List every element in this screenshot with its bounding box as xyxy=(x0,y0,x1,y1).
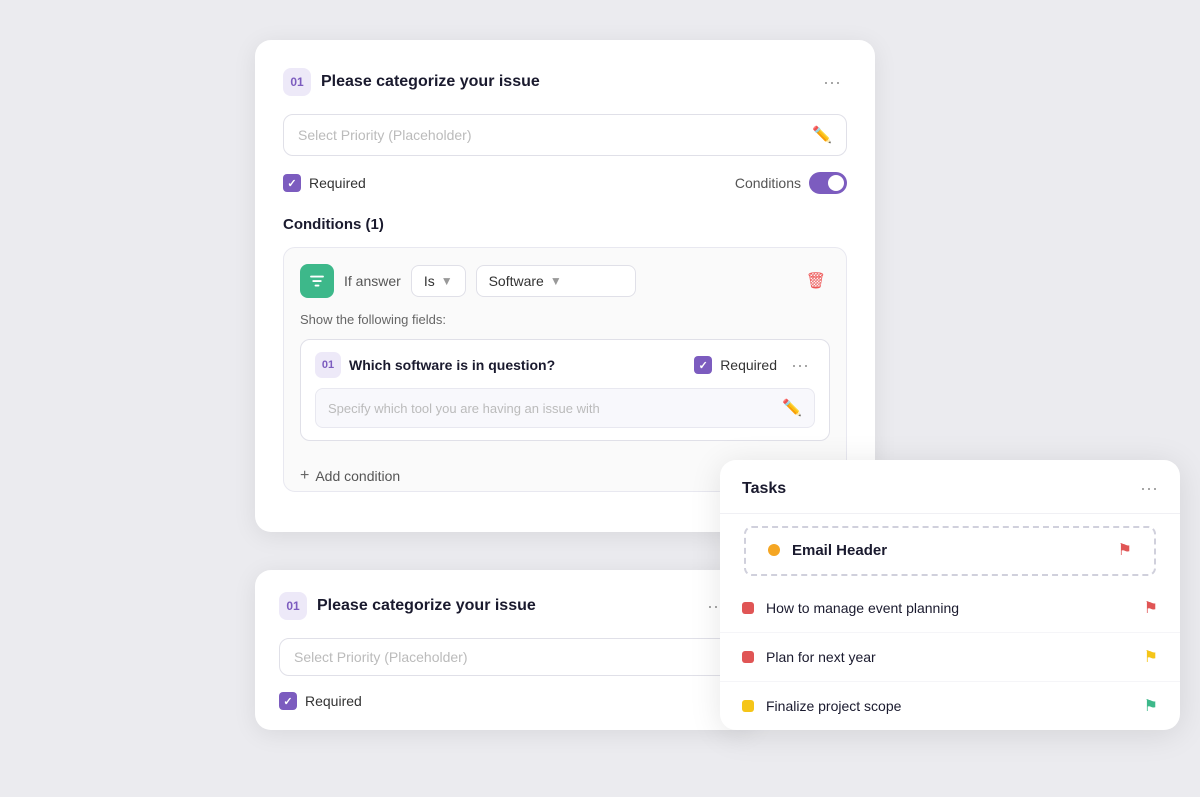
task-item-1[interactable]: Plan for next year ⚑ xyxy=(720,633,1180,682)
filter-icon-box xyxy=(300,264,334,298)
add-condition-label: Add condition xyxy=(315,468,400,484)
plus-icon: + xyxy=(300,467,309,485)
email-header-item[interactable]: Email Header ⚑ xyxy=(744,526,1156,576)
sub-required-label: Required xyxy=(720,357,777,373)
email-left: Email Header xyxy=(768,542,887,559)
task-flag-1: ⚑ xyxy=(1144,647,1158,667)
conditions-toggle[interactable] xyxy=(809,172,847,194)
required-checkbox[interactable] xyxy=(283,174,301,192)
conditions-section-title: Conditions (1) xyxy=(283,216,847,233)
form-card-2: 01 Please categorize your issue ··· Sele… xyxy=(255,570,755,730)
tasks-header: Tasks ··· xyxy=(720,460,1180,514)
required-label: Required xyxy=(309,175,366,191)
is-dropdown-arrow: ▼ xyxy=(441,274,453,288)
tasks-title: Tasks xyxy=(742,480,786,498)
card2-priority-input[interactable]: Select Priority (Placeholder) xyxy=(279,638,731,676)
software-dropdown-arrow: ▼ xyxy=(550,274,562,288)
delete-condition-button[interactable]: 🗑 xyxy=(802,267,830,295)
sub-field-right: Required ··· xyxy=(694,353,815,378)
tasks-panel: Tasks ··· Email Header ⚑ How to manage e… xyxy=(720,460,1180,730)
conditions-text: Conditions xyxy=(735,175,801,191)
is-dropdown[interactable]: Is ▼ xyxy=(411,265,466,297)
software-dropdown[interactable]: Software ▼ xyxy=(476,265,636,297)
email-header-label: Email Header xyxy=(792,542,887,559)
edit-icon: ✏️ xyxy=(812,125,832,145)
step-badge: 01 xyxy=(283,68,311,96)
card2-required-checkbox[interactable] xyxy=(279,692,297,710)
email-flag-icon: ⚑ xyxy=(1118,540,1132,560)
card2-required-label: Required xyxy=(305,693,362,709)
task-dot-2 xyxy=(742,700,754,712)
tasks-more-button[interactable]: ··· xyxy=(1140,478,1158,499)
card2-header: 01 Please categorize your issue ··· xyxy=(279,592,731,620)
task-flag-0: ⚑ xyxy=(1144,598,1158,618)
required-conditions-row: Required Conditions xyxy=(283,172,847,194)
task-left-0: How to manage event planning xyxy=(742,600,959,616)
conditions-right: Conditions xyxy=(735,172,847,194)
sub-field-left: 01 Which software is in question? xyxy=(315,352,555,378)
sub-field-title: Which software is in question? xyxy=(349,357,555,373)
email-dot xyxy=(768,544,780,556)
if-answer-label: If answer xyxy=(344,273,401,289)
condition-row: If answer Is ▼ Software ▼ 🗑 xyxy=(300,264,830,298)
sub-input-row[interactable]: Specify which tool you are having an iss… xyxy=(315,388,815,428)
task-left-2: Finalize project scope xyxy=(742,698,901,714)
condition-box: If answer Is ▼ Software ▼ 🗑 Show the fol… xyxy=(283,247,847,492)
email-header-container: Email Header ⚑ xyxy=(720,514,1180,576)
priority-input-row[interactable]: Select Priority (Placeholder) ✏️ xyxy=(283,114,847,156)
card2-placeholder: Select Priority (Placeholder) xyxy=(294,649,716,665)
sub-edit-icon: ✏️ xyxy=(782,398,802,418)
card-title: Please categorize your issue xyxy=(321,73,540,91)
priority-placeholder: Select Priority (Placeholder) xyxy=(298,127,812,143)
card2-step-badge: 01 xyxy=(279,592,307,620)
sub-step-badge: 01 xyxy=(315,352,341,378)
more-options-button[interactable]: ··· xyxy=(817,70,847,95)
sub-required-checkbox[interactable] xyxy=(694,356,712,374)
task-flag-2: ⚑ xyxy=(1144,696,1158,716)
task-item-0[interactable]: How to manage event planning ⚑ xyxy=(720,584,1180,633)
show-fields-label: Show the following fields: xyxy=(300,312,830,327)
card2-required-row: Required xyxy=(279,692,731,710)
filter-icon xyxy=(308,272,326,290)
software-dropdown-label: Software xyxy=(489,273,544,289)
required-left: Required xyxy=(283,174,366,192)
card-header: 01 Please categorize your issue ··· xyxy=(283,68,847,96)
sub-field: 01 Which software is in question? Requir… xyxy=(300,339,830,441)
task-dot-1 xyxy=(742,651,754,663)
task-item-2[interactable]: Finalize project scope ⚑ xyxy=(720,682,1180,730)
task-label-1: Plan for next year xyxy=(766,649,876,665)
sub-more-button[interactable]: ··· xyxy=(785,353,815,378)
is-dropdown-label: Is xyxy=(424,273,435,289)
task-label-2: Finalize project scope xyxy=(766,698,901,714)
sub-input-placeholder: Specify which tool you are having an iss… xyxy=(328,401,782,416)
sub-field-header: 01 Which software is in question? Requir… xyxy=(315,352,815,378)
form-card-main: 01 Please categorize your issue ··· Sele… xyxy=(255,40,875,532)
task-dot-0 xyxy=(742,602,754,614)
task-left-1: Plan for next year xyxy=(742,649,876,665)
task-label-0: How to manage event planning xyxy=(766,600,959,616)
card2-title: Please categorize your issue xyxy=(317,597,536,615)
